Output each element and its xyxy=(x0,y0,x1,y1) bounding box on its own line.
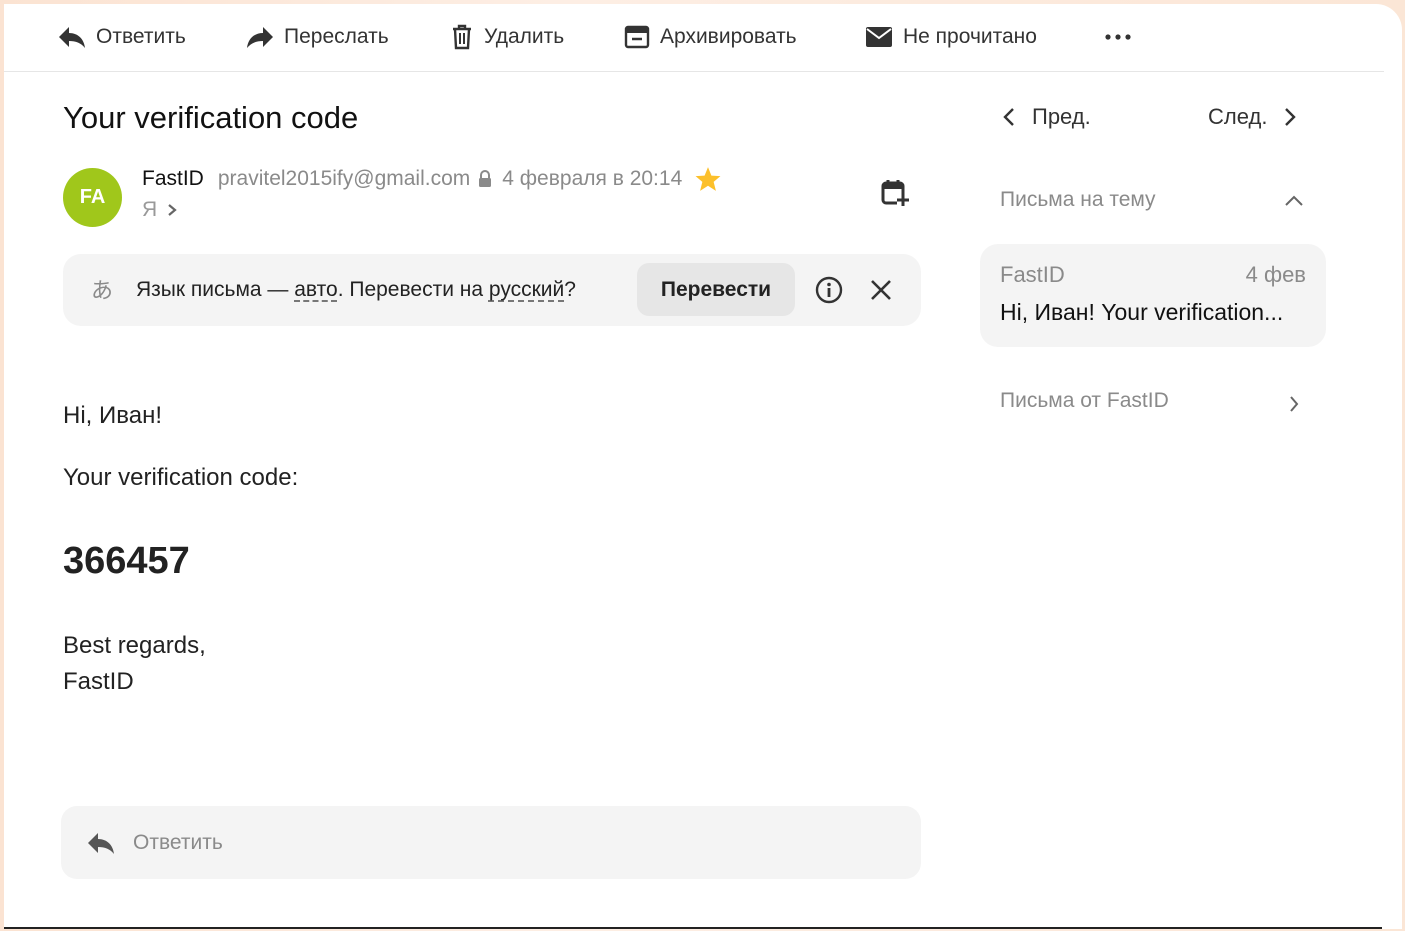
trash-icon xyxy=(453,24,471,50)
translate-icon: あ xyxy=(91,279,113,304)
reply-button[interactable]: Ответить xyxy=(58,22,186,52)
translate-text: Язык письма — авто. Перевести на русский… xyxy=(136,278,576,302)
mail-panel: Ответить Переслать Удалить Архивировать … xyxy=(4,4,1402,929)
archive-icon xyxy=(624,25,650,49)
translate-middle: . Перевести на xyxy=(337,278,489,301)
sender-avatar[interactable]: FA xyxy=(63,168,122,227)
chevron-left-icon xyxy=(1003,108,1014,126)
bottom-divider xyxy=(4,927,1382,929)
toolbar: Ответить Переслать Удалить Архивировать … xyxy=(4,4,1384,72)
thread-header[interactable]: Письма на тему xyxy=(1000,188,1156,212)
signature: FastID xyxy=(63,668,134,695)
sender-email[interactable]: pravitel2015ify@gmail.com xyxy=(218,167,470,191)
source-language-link[interactable]: авто xyxy=(294,278,337,301)
forward-icon xyxy=(247,27,273,48)
forward-label: Переслать xyxy=(284,25,389,48)
calendar-add-icon[interactable] xyxy=(880,178,910,208)
svg-text:あ: あ xyxy=(91,279,113,304)
next-message-button[interactable]: След. xyxy=(1208,104,1297,130)
delete-button[interactable]: Удалить xyxy=(450,22,564,52)
verification-code: 366457 xyxy=(63,540,190,582)
forward-button[interactable]: Переслать xyxy=(246,22,389,52)
chevron-up-icon[interactable] xyxy=(1284,194,1304,208)
reply-icon xyxy=(59,27,85,48)
thread-item-subject: Hi, Иван! Your verification... xyxy=(1000,299,1284,325)
mark-unread-label: Не прочитано xyxy=(903,25,1037,48)
prev-message-button[interactable]: Пред. xyxy=(1002,104,1091,130)
recipient-line[interactable]: Я xyxy=(142,198,177,222)
translate-bar: あ Язык письма — авто. Перевести на русск… xyxy=(63,254,921,326)
closing-text: Best regards, xyxy=(63,632,206,659)
thread-item-date: 4 фев xyxy=(1245,262,1306,287)
reply-icon xyxy=(88,832,114,854)
envelope-icon xyxy=(866,27,892,47)
lock-icon xyxy=(479,170,492,187)
chevron-right-icon[interactable] xyxy=(1288,394,1300,414)
close-icon[interactable] xyxy=(869,278,893,302)
message-date: 4 февраля в 20:14 xyxy=(502,167,683,190)
chevron-right-icon xyxy=(168,204,177,216)
prev-label: Пред. xyxy=(1032,104,1091,129)
delete-label: Удалить xyxy=(484,25,565,48)
reply-label: Ответить xyxy=(96,25,186,48)
archive-button[interactable]: Архивировать xyxy=(624,22,797,52)
sender-line: FastID pravitel2015ify@gmail.com 4 февра… xyxy=(142,166,722,192)
sender-messages-link[interactable]: Письма от FastID xyxy=(1000,389,1169,413)
star-icon[interactable] xyxy=(694,166,722,192)
mark-unread-button[interactable]: Не прочитано xyxy=(865,22,1037,52)
more-button[interactable] xyxy=(1104,22,1142,52)
thread-item-sender: FastID xyxy=(1000,262,1065,287)
greeting: Hi, Иван! xyxy=(63,402,162,429)
chevron-right-icon xyxy=(1285,108,1297,126)
translate-button[interactable]: Перевести xyxy=(637,263,795,316)
more-icon xyxy=(1105,34,1131,40)
target-language-link[interactable]: русский xyxy=(489,278,564,301)
message-subject: Your verification code xyxy=(63,100,359,135)
recipient-name: Я xyxy=(142,198,158,221)
intro-text: Your verification code: xyxy=(63,464,299,491)
translate-suffix: ? xyxy=(564,278,576,301)
quick-reply-box[interactable]: Ответить xyxy=(61,806,921,879)
sender-name[interactable]: FastID xyxy=(142,167,204,191)
info-icon[interactable] xyxy=(815,276,843,304)
avatar-initials: FA xyxy=(79,186,106,208)
next-label: След. xyxy=(1208,104,1268,129)
quick-reply-label: Ответить xyxy=(133,830,223,854)
translate-prefix: Язык письма — xyxy=(136,278,295,301)
thread-item[interactable]: FastID 4 фев Hi, Иван! Your verification… xyxy=(980,244,1326,347)
archive-label: Архивировать xyxy=(660,25,797,48)
